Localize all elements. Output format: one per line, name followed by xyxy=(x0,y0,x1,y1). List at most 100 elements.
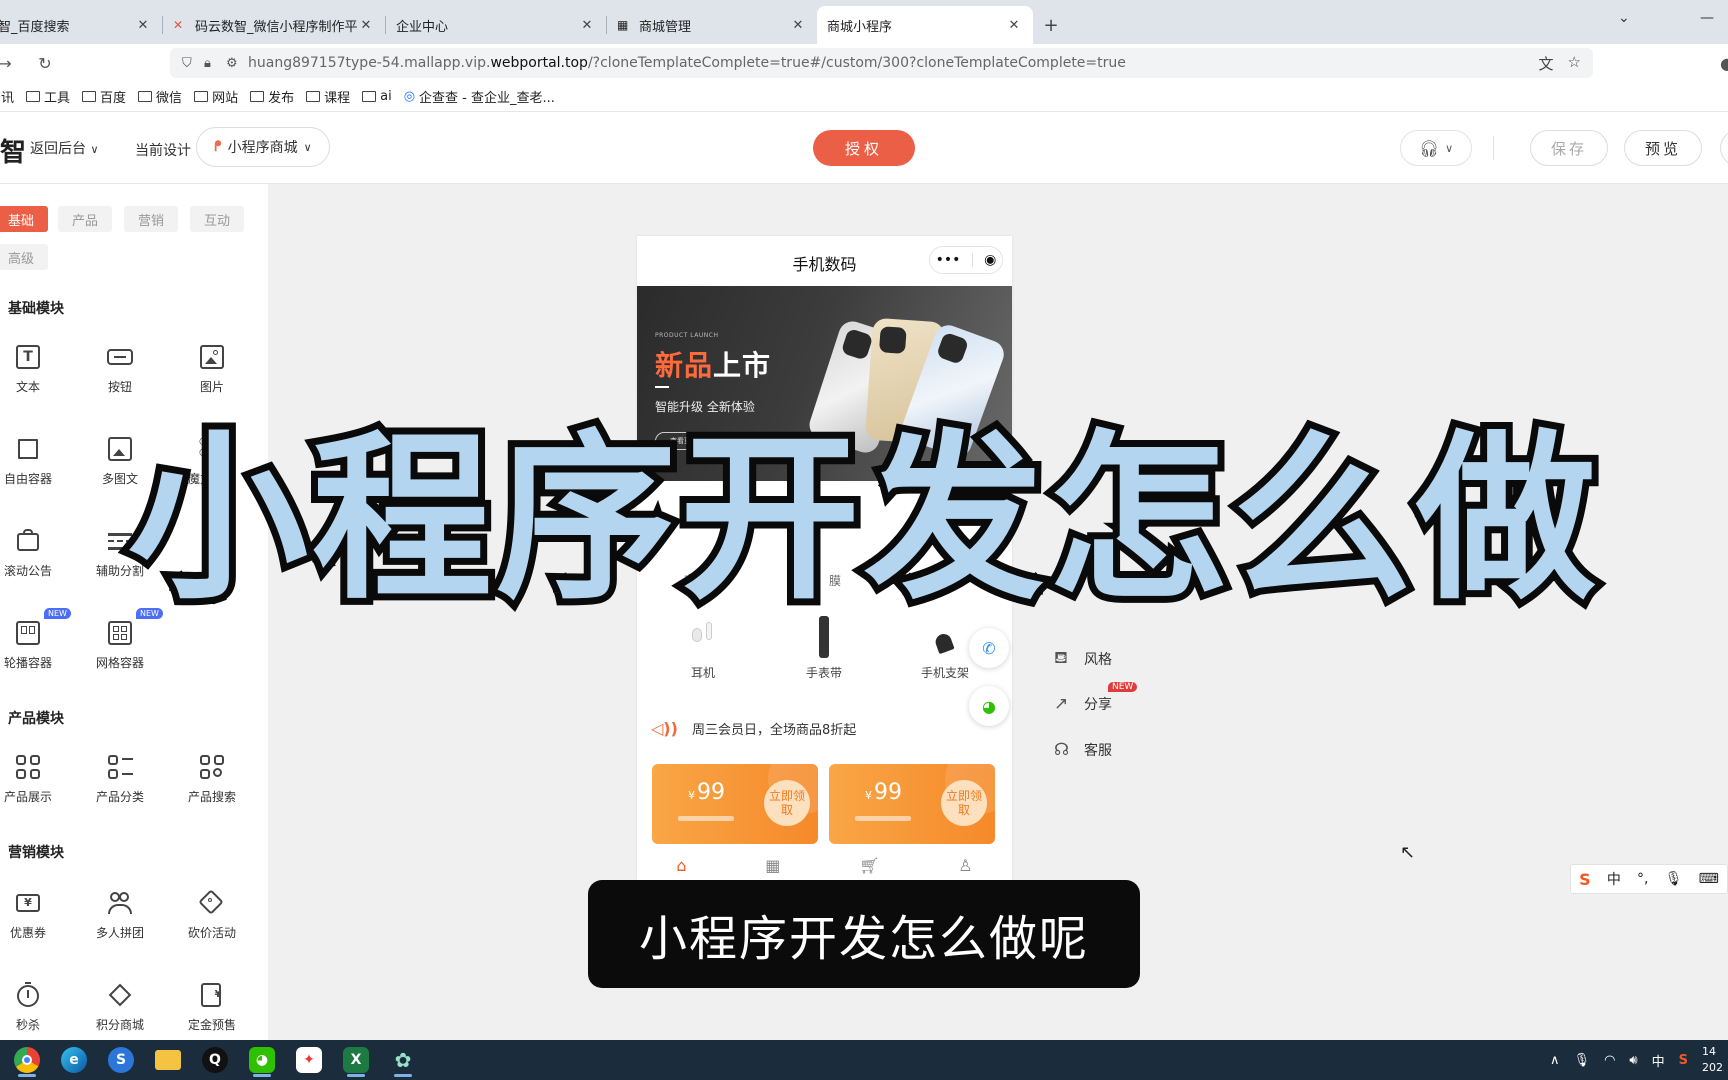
bookmark-item[interactable]: 资讯 xyxy=(0,87,14,106)
module-points-mall[interactable]: 积分商城 xyxy=(78,982,162,1040)
module-text[interactable]: T 文本 xyxy=(0,344,70,408)
module-product-category[interactable]: 产品分类 xyxy=(78,754,162,818)
tab-advanced[interactable]: 高级 xyxy=(0,244,48,270)
tab-marketing[interactable]: 营销 xyxy=(124,206,178,232)
wechat-button[interactable]: ◕ xyxy=(969,686,1009,726)
module-product-display[interactable]: 产品展示 xyxy=(0,754,70,818)
cart-icon[interactable]: 🛒︎ xyxy=(859,856,879,880)
taskbar-wechat[interactable]: ◕ xyxy=(243,1043,281,1077)
publish-button[interactable] xyxy=(1720,130,1728,166)
bookmark-folder[interactable]: 发布 xyxy=(250,87,294,106)
close-icon[interactable]: ✕ xyxy=(134,18,152,33)
ime-language[interactable]: 中 xyxy=(1607,869,1621,889)
bookmark-folder[interactable]: 工具 xyxy=(26,87,70,106)
save-button[interactable]: 保存 xyxy=(1530,130,1608,166)
taskbar-sogou-browser[interactable]: S xyxy=(102,1043,140,1077)
phone-call-button[interactable]: ✆ xyxy=(969,628,1009,668)
microphone-icon[interactable]: 🎙︎ xyxy=(1574,1053,1591,1068)
more-dots-icon[interactable]: ••• xyxy=(936,252,961,268)
module-group-buy[interactable]: 多人拼团 xyxy=(78,890,162,954)
ime-toolbar[interactable]: S 中 °, 🎙︎ ⌨ xyxy=(1570,864,1728,894)
tray-language[interactable]: 中 xyxy=(1652,1051,1665,1070)
browser-tab-mall-miniprogram[interactable]: 商城小程序 ✕ xyxy=(817,6,1033,44)
category-grid-icon[interactable]: ▦ xyxy=(765,856,780,880)
sogou-tray-icon[interactable]: S xyxy=(1679,1053,1688,1068)
coupon-placeholder-line xyxy=(855,816,911,821)
taskbar-chrome[interactable] xyxy=(8,1043,46,1077)
module-image[interactable]: 图片 xyxy=(170,344,254,408)
minimize-icon[interactable]: — xyxy=(1700,10,1714,26)
taskbar-qq[interactable]: Q xyxy=(196,1043,234,1077)
side-option-share[interactable]: ↗ 分享 NEW xyxy=(1054,682,1138,714)
module-flash-sale[interactable]: 秒杀 xyxy=(0,982,70,1040)
taskbar-edge[interactable]: e xyxy=(55,1043,93,1077)
browser-tab-mall-manage[interactable]: ▦ 商城管理 ✕ xyxy=(607,6,817,44)
forward-icon[interactable]: → xyxy=(0,54,20,73)
bookmark-folder[interactable]: 课程 xyxy=(306,87,350,106)
url-field[interactable]: ⛉ 🔒︎ ⚙ huang897157type-54.mallapp.vip. we… xyxy=(170,48,1593,78)
ime-punctuation[interactable]: °, xyxy=(1637,871,1648,887)
home-icon[interactable]: ⌂ xyxy=(676,856,686,880)
close-icon[interactable]: ✕ xyxy=(357,18,375,33)
new-tab-button[interactable]: + xyxy=(1033,6,1069,44)
bookmark-folder[interactable]: 网站 xyxy=(194,87,238,106)
side-option-style[interactable]: ⛾ 风格 xyxy=(1054,648,1112,670)
design-select[interactable]: ᖰ 小程序商城 ∨ xyxy=(196,127,330,167)
tab-interaction[interactable]: 互动 xyxy=(190,206,244,232)
keyboard-icon[interactable]: ⌨ xyxy=(1699,871,1719,887)
headset-icon: 🎧︎ xyxy=(1418,138,1440,158)
taskbar-excel[interactable]: X xyxy=(337,1043,375,1077)
tab-list-chevron-icon[interactable]: ⌄ xyxy=(1618,10,1630,26)
claim-coupon-button[interactable]: 立即领取 xyxy=(764,780,810,826)
module-bargain[interactable]: 砍价活动 xyxy=(170,889,254,954)
support-button[interactable]: 🎧︎ ∨ xyxy=(1400,130,1472,166)
microphone-icon[interactable]: 🎙︎ xyxy=(1665,871,1683,887)
wifi-icon[interactable]: ◠ xyxy=(1604,1053,1615,1068)
star-icon[interactable]: ☆ xyxy=(1568,53,1581,74)
taskbar-app-flower[interactable]: ✿ xyxy=(384,1043,422,1077)
bookmark-folder[interactable]: 微信 xyxy=(138,87,182,106)
coupon-card[interactable]: ¥99 立即领取 xyxy=(652,764,818,844)
sogou-logo-icon: S xyxy=(1579,869,1591,889)
bookmark-folder[interactable]: 百度 xyxy=(82,87,126,106)
close-icon[interactable]: ✕ xyxy=(789,18,807,33)
site-settings-icon[interactable]: ⚙ xyxy=(226,56,248,71)
miniprogram-capsule[interactable]: ••• ◉ xyxy=(929,246,1003,274)
category-earphones[interactable]: 耳机 xyxy=(653,622,753,681)
clock[interactable]: 142025 xyxy=(1702,1044,1724,1076)
volume-icon[interactable]: 🔊︎ xyxy=(1629,1053,1637,1068)
tray-expand-icon[interactable]: ∧ xyxy=(1550,1053,1560,1068)
coupon-card[interactable]: ¥99 立即领取 xyxy=(829,764,995,844)
authorize-button[interactable]: 授权 xyxy=(813,130,915,166)
tab-basic[interactable]: 基础 xyxy=(0,206,48,232)
module-grid-container[interactable]: NEW 网格容器 xyxy=(78,608,163,684)
module-coupon[interactable]: ¥ 优惠券 xyxy=(0,890,70,954)
bookmark-folder[interactable]: ai xyxy=(362,89,392,104)
module-deposit-presale[interactable]: ¥ 定金预售 xyxy=(170,982,254,1040)
module-carousel-container[interactable]: NEW 轮播容器 xyxy=(0,608,71,684)
back-to-admin-button[interactable]: 返回后台 ∨ xyxy=(30,138,99,158)
claim-coupon-button[interactable]: 立即领取 xyxy=(941,780,987,826)
category-watch-band[interactable]: 手表带 xyxy=(774,616,874,681)
preview-button[interactable]: 预览 xyxy=(1624,130,1702,166)
module-product-search[interactable]: 产品搜索 xyxy=(170,754,254,818)
profile-icon[interactable]: ● xyxy=(1712,54,1728,73)
browser-tab-baidu[interactable]: 云数智_百度搜索 ✕ xyxy=(0,6,162,44)
browser-tab-enterprise[interactable]: 企业中心 ✕ xyxy=(386,6,606,44)
announcement-bar[interactable]: ◁)) 周三会员日，全场商品8折起 xyxy=(651,714,999,742)
tab-label: 码云数智_微信小程序制作平台_ xyxy=(195,19,357,35)
taskbar-explorer[interactable] xyxy=(149,1043,187,1077)
phone-icon: ✆ xyxy=(982,638,996,658)
bookmark-qichacha[interactable]: ◎ 企查查 - 查企业_查老... xyxy=(404,87,555,106)
module-button[interactable]: 按钮 xyxy=(78,344,162,408)
side-option-service[interactable]: ☊ 客服 xyxy=(1054,740,1112,760)
tab-product[interactable]: 产品 xyxy=(58,206,112,232)
close-icon[interactable]: ✕ xyxy=(1005,18,1023,33)
close-target-icon[interactable]: ◉ xyxy=(984,252,996,268)
close-icon[interactable]: ✕ xyxy=(578,18,596,33)
user-icon[interactable]: ♙ xyxy=(958,856,972,880)
reload-icon[interactable]: ↻ xyxy=(30,54,60,73)
taskbar-app-red[interactable]: ✦ xyxy=(290,1043,328,1077)
translate-icon[interactable]: 文 xyxy=(1539,53,1554,74)
browser-tab-mayun[interactable]: ✕ 码云数智_微信小程序制作平台_ ✕ xyxy=(163,6,385,44)
